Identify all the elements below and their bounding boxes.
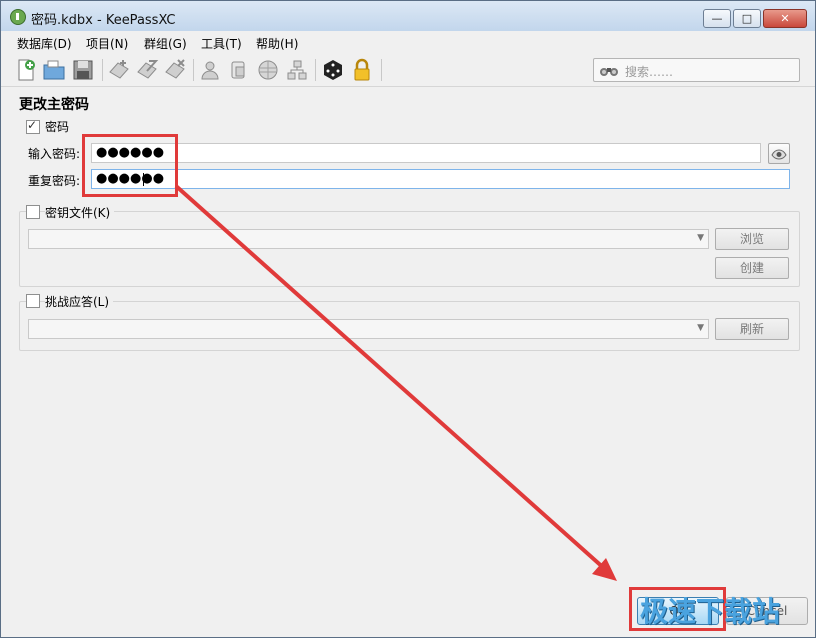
menu-groups[interactable]: 群组(G) (144, 35, 187, 52)
toolbar-separator (193, 59, 194, 81)
enter-password-label: 输入密码: (28, 147, 81, 161)
lock-database-icon[interactable] (350, 58, 374, 82)
copy-username-icon[interactable] (198, 58, 222, 82)
new-database-icon[interactable] (14, 58, 38, 82)
password-checkbox-label: 密码 (45, 120, 70, 134)
menu-help[interactable]: 帮助(H) (256, 35, 298, 52)
refresh-button[interactable]: 刷新 (715, 318, 789, 340)
reveal-password-button[interactable] (768, 143, 790, 164)
annotation-highlight-box (82, 134, 178, 197)
enter-password-field[interactable]: ●●●●●● (91, 143, 761, 163)
checkmark-icon: ✓ (27, 118, 38, 132)
toolbar: 搜索…… (1, 54, 815, 87)
dialog-heading: 更改主密码 (19, 97, 89, 113)
edit-entry-icon[interactable] (135, 58, 159, 82)
keepassxc-window: 密码.kdbx - KeePassXC — □ ✕ 数据库(D) 项目(N) 群… (0, 0, 816, 638)
maximize-icon: □ (741, 12, 753, 25)
chevron-down-icon: ▼ (697, 233, 704, 243)
keepassxc-logo-icon (10, 9, 26, 25)
close-button[interactable]: ✕ (763, 9, 807, 28)
search-placeholder: 搜索…… (625, 65, 674, 79)
clone-entry-icon[interactable] (285, 58, 309, 82)
site-watermark: 极速下载站 (640, 595, 781, 628)
menu-bar: 数据库(D) 项目(N) 群组(G) 工具(T) 帮助(H) (1, 32, 815, 52)
copy-password-icon[interactable] (227, 58, 251, 82)
menu-entries[interactable]: 项目(N) (86, 35, 128, 52)
password-checkbox[interactable]: ✓ (26, 118, 40, 134)
search-field[interactable]: 搜索…… (593, 58, 800, 82)
window-title: 密码.kdbx - KeePassXC (31, 13, 176, 28)
toolbar-separator (381, 59, 382, 81)
challenge-response-checkbox[interactable] (26, 294, 40, 308)
challenge-response-combobox[interactable]: ▼ (28, 319, 709, 339)
chevron-down-icon: ▼ (697, 323, 704, 333)
eye-icon (771, 149, 787, 160)
challenge-response-checkbox-label: 挑战应答(L) (45, 293, 114, 310)
toolbar-separator (315, 59, 316, 81)
menu-database[interactable]: 数据库(D) (17, 35, 72, 52)
keyfile-checkbox[interactable] (26, 205, 40, 219)
password-generator-icon[interactable] (321, 58, 345, 82)
add-entry-icon[interactable] (107, 58, 131, 82)
save-database-icon[interactable] (71, 58, 95, 82)
minimize-button[interactable]: — (703, 9, 731, 28)
close-icon: ✕ (780, 12, 790, 25)
open-url-icon[interactable] (256, 58, 280, 82)
keyfile-section (19, 211, 800, 287)
window-controls: — □ ✕ (701, 9, 807, 28)
binoculars-icon (599, 62, 619, 78)
open-database-icon[interactable] (42, 58, 66, 82)
repeat-password-field[interactable]: ●●●●●● (91, 169, 790, 189)
maximize-button[interactable]: □ (733, 9, 761, 28)
title-bar: 密码.kdbx - KeePassXC — □ ✕ (1, 1, 815, 31)
keyfile-checkbox-label: 密钥文件(K) (45, 204, 115, 221)
keyfile-combobox[interactable]: ▼ (28, 229, 709, 249)
repeat-password-label: 重复密码: (28, 174, 81, 188)
browse-button[interactable]: 浏览 (715, 228, 789, 250)
delete-entry-icon[interactable] (163, 58, 187, 82)
minimize-icon: — (711, 12, 723, 25)
menu-tools[interactable]: 工具(T) (201, 35, 242, 52)
create-button[interactable]: 创建 (715, 257, 789, 279)
toolbar-separator (102, 59, 103, 81)
